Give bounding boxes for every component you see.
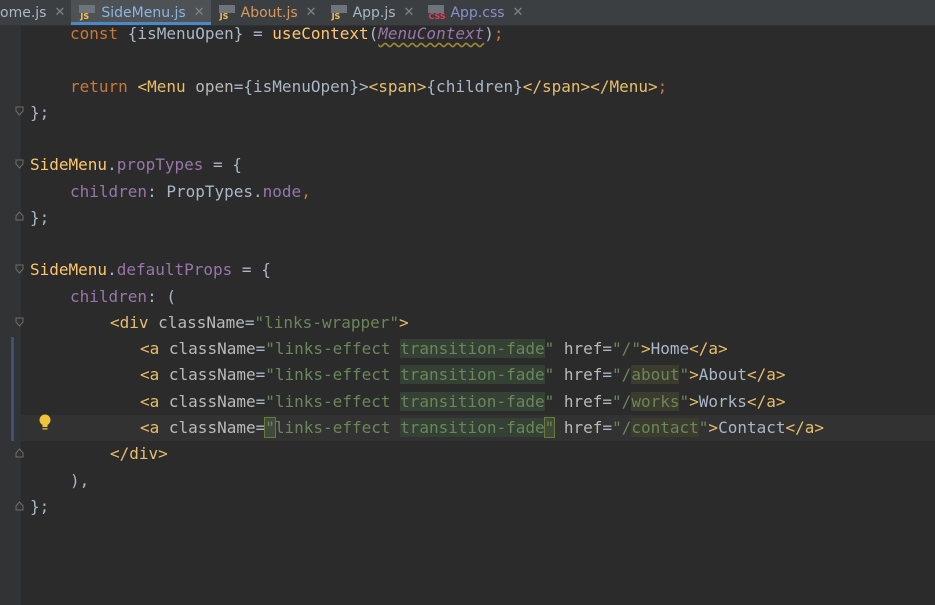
code-line-17[interactable]: </div> — [110, 441, 168, 467]
code-line-8[interactable]: }; — [30, 205, 49, 231]
code-line-3[interactable]: return <Menu open={isMenuOpen}><span>{ch… — [70, 74, 667, 100]
fold-end-icon[interactable] — [15, 106, 24, 116]
fold-start-icon[interactable] — [15, 159, 24, 169]
js-file-icon: JS — [79, 4, 96, 21]
tab-label: App.css — [450, 4, 505, 21]
close-icon[interactable]: ✕ — [54, 5, 65, 20]
close-icon[interactable]: ✕ — [194, 5, 205, 20]
close-icon[interactable]: ✕ — [306, 5, 317, 20]
code-line-10[interactable]: SideMenu.defaultProps = { — [30, 257, 271, 283]
code-line-6[interactable]: SideMenu.propTypes = { — [30, 152, 242, 178]
code-line-19[interactable]: }; — [30, 494, 49, 520]
vcs-change-marker[interactable] — [11, 337, 14, 441]
js-file-icon: JS — [218, 4, 235, 21]
code-line-7[interactable]: children: PropTypes.node, — [70, 179, 311, 205]
close-icon[interactable]: ✕ — [404, 5, 415, 20]
lightbulb-icon[interactable] — [38, 414, 52, 432]
tab-label: SideMenu.js — [101, 4, 186, 21]
code-line-1[interactable]: const {isMenuOpen} = useContext(MenuCont… — [70, 21, 504, 47]
fold-start-icon[interactable] — [15, 264, 24, 274]
tab-label: ome.js — [0, 4, 47, 21]
code-line-13[interactable]: <a className="links-effect transition-fa… — [140, 336, 728, 362]
tab-label: About.js — [240, 4, 298, 21]
fold-start-icon[interactable] — [15, 317, 24, 327]
tab-ome-js[interactable]: ome.js ✕ — [0, 0, 71, 25]
js-file-icon: JS — [330, 4, 347, 21]
code-line-11[interactable]: children: ( — [70, 284, 176, 310]
css-file-icon: CSS — [428, 4, 446, 21]
tab-label: App.js — [352, 4, 396, 21]
fold-end-icon[interactable] — [15, 211, 24, 221]
code-line-18[interactable]: ), — [70, 468, 89, 494]
fold-end-icon[interactable] — [15, 448, 24, 458]
code-line-15[interactable]: <a className="links-effect transition-fa… — [140, 389, 785, 415]
code-line-14[interactable]: <a className="links-effect transition-fa… — [140, 362, 785, 388]
fold-end-icon[interactable] — [15, 501, 24, 511]
code-line-16[interactable]: <a className="links-effect transition-fa… — [140, 415, 824, 441]
code-line-12[interactable]: <div className="links-wrapper"> — [110, 310, 409, 336]
code-line-4[interactable]: }; — [30, 100, 49, 126]
close-icon[interactable]: ✕ — [513, 5, 524, 20]
